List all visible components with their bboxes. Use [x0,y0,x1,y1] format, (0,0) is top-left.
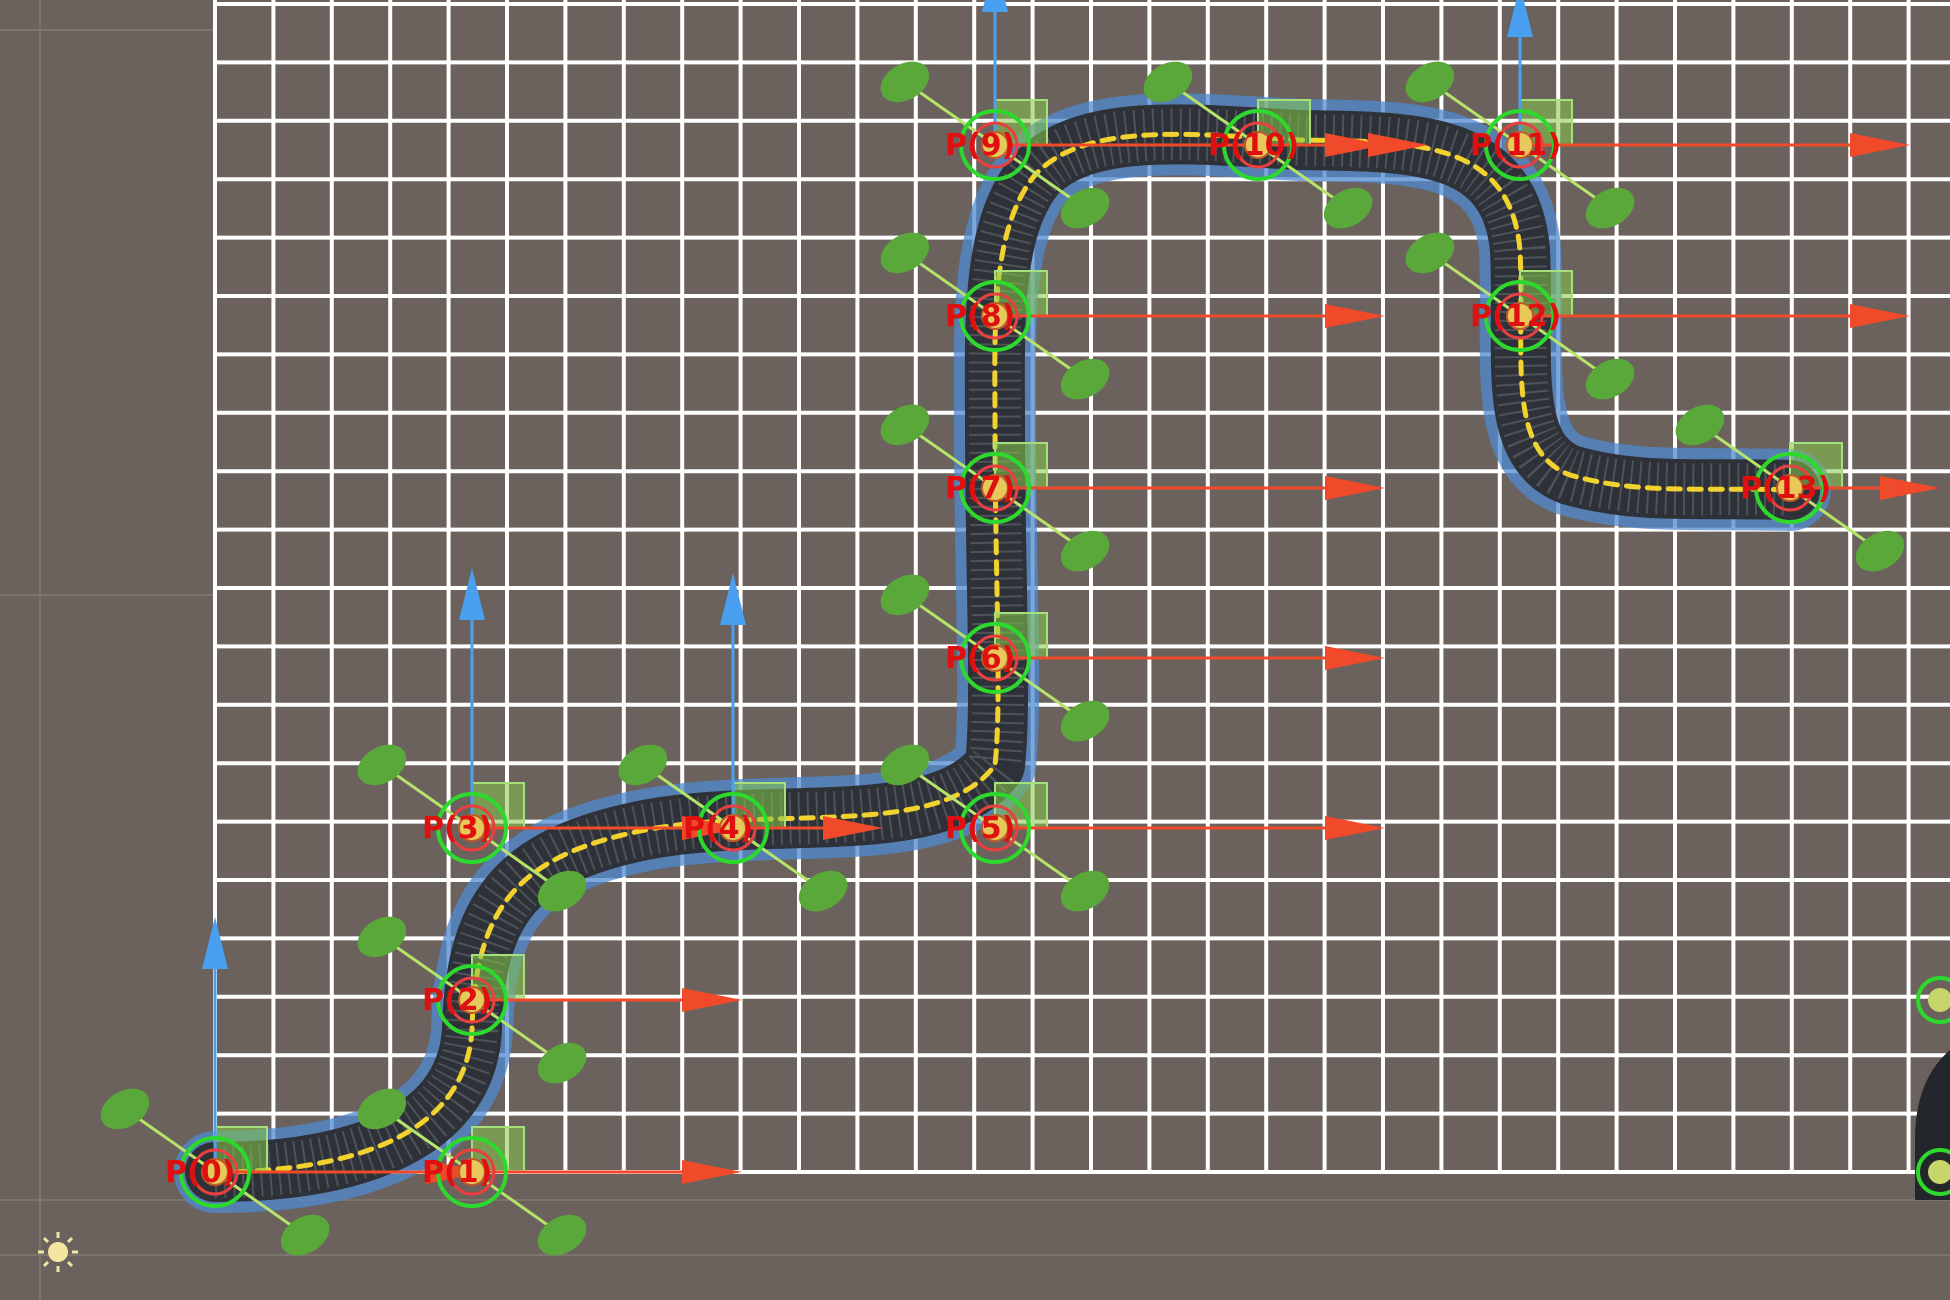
y-axis-arrowhead-icon[interactable] [982,0,1008,12]
scene-viewport[interactable]: P(0) P(1) P(2) P(3) P(4) P(5) P(6) P(7) P(8) P(9)… [0,0,1950,1300]
node-label: P(11) [1470,128,1561,163]
node-label: P(1) [422,1155,492,1190]
scene-canvas[interactable]: P(0) P(1) P(2) P(3) P(4) P(5) P(6) P(7) P(8) P(9)… [0,0,1950,1300]
light-gizmo-icon[interactable] [38,1232,78,1272]
node-label: P(7) [945,471,1015,506]
node-label: P(5) [945,811,1015,846]
node-label: P(9) [945,128,1015,163]
node-label: P(0) [165,1155,235,1190]
node-label: P(13) [1740,471,1831,506]
node-label: P(8) [945,299,1015,334]
node-label: P(3) [422,811,492,846]
node-label: P(2) [422,983,492,1018]
node-label: P(4) [683,811,753,846]
node-label: P(10) [1208,128,1299,163]
node-label: P(12) [1470,299,1561,334]
node-label: P(6) [945,641,1015,676]
